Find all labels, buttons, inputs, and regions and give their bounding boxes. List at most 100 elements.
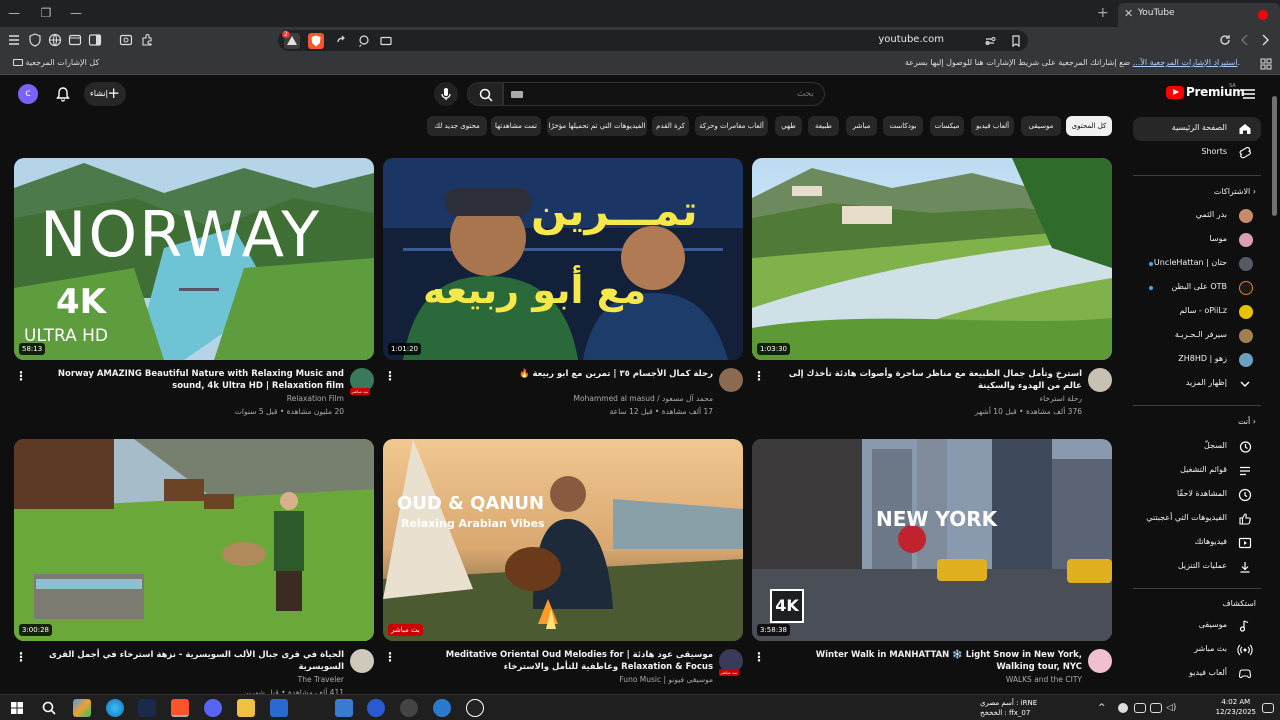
channel-name[interactable]: The Traveler bbox=[44, 675, 344, 684]
video-title[interactable]: Winter Walk in MANHATTAN ❄️ Light Snow i… bbox=[782, 649, 1082, 673]
channel-name[interactable]: Relaxation Film bbox=[44, 394, 344, 403]
guide-menu-icon[interactable] bbox=[1241, 86, 1257, 102]
chip[interactable]: تمت مشاهدتها bbox=[491, 116, 541, 136]
channel-name[interactable]: WALKS and the CITY bbox=[782, 675, 1082, 684]
sidebar-item-history[interactable]: السجلّ bbox=[1133, 435, 1261, 459]
video-card[interactable]: NORWAY 4K ULTRA HD 58:13 بث مباشر Norway… bbox=[14, 158, 374, 428]
create-button[interactable]: إنشاء + bbox=[84, 82, 126, 106]
video-title[interactable]: رحلة كمال الأجسام ٣٥ | تمرين مع ابو ربيع… bbox=[413, 368, 713, 380]
chip[interactable]: ميكسات bbox=[930, 116, 964, 136]
sidebar-item-home[interactable]: الصفحة الرئيسية bbox=[1133, 117, 1261, 141]
edge-app-icon[interactable] bbox=[106, 699, 124, 717]
search-button[interactable] bbox=[467, 82, 503, 106]
taskbar-clock[interactable]: 4:02 AM 12/23/2025 bbox=[1216, 697, 1256, 717]
more-actions-icon[interactable]: ⋮ bbox=[753, 370, 765, 382]
import-bookmarks-link[interactable]: استيراد الإشارات المرجعية الآ... bbox=[1133, 58, 1238, 67]
chip[interactable]: محتوى جديد لك bbox=[427, 116, 487, 136]
discord-app-icon[interactable] bbox=[204, 699, 222, 717]
video-card[interactable]: 3:00:28 الحياة في قرى جبال الألب السويسر… bbox=[14, 439, 374, 709]
show-more-button[interactable]: إظهار المزيد bbox=[1133, 372, 1261, 396]
sidebar-section-you[interactable]: أنت › bbox=[1238, 417, 1256, 426]
screenshot-icon[interactable] bbox=[118, 32, 134, 48]
channel-avatar[interactable] bbox=[1088, 649, 1112, 673]
new-tab-button[interactable]: + bbox=[1097, 5, 1111, 21]
chip[interactable]: بودكاست bbox=[883, 116, 923, 136]
sidebar-item-your-videos[interactable]: فيديوهاتك bbox=[1133, 531, 1261, 555]
video-thumbnail[interactable]: NEW YORK 4K 3:58:38 bbox=[752, 439, 1112, 641]
display-icon[interactable] bbox=[1150, 703, 1162, 713]
windows-start-icon[interactable] bbox=[8, 699, 26, 717]
video-thumbnail[interactable]: 1:03:30 bbox=[752, 158, 1112, 360]
channel-name[interactable]: محمد آل مسعود / Mohammed al masud bbox=[413, 394, 713, 403]
chip[interactable]: طبيعة bbox=[808, 116, 839, 136]
all-bookmarks-folder[interactable]: كل الإشارات المرجعية bbox=[10, 58, 99, 67]
sidebar-item-watch-later[interactable]: المشاهدة لاحقًا bbox=[1133, 483, 1261, 507]
forward-icon[interactable] bbox=[1257, 32, 1273, 48]
app-icon[interactable] bbox=[335, 699, 353, 717]
wallet-icon[interactable] bbox=[27, 32, 43, 48]
more-actions-icon[interactable]: ⋮ bbox=[753, 651, 765, 663]
microsoft-store-icon[interactable] bbox=[270, 699, 288, 717]
minimize-window-icon[interactable]: — bbox=[6, 5, 22, 21]
channel-avatar[interactable] bbox=[350, 649, 374, 673]
network-icon[interactable] bbox=[1134, 703, 1146, 713]
channel-name[interactable]: موسيقى فيونو | Funo Music bbox=[413, 675, 713, 684]
channel-avatar[interactable] bbox=[1088, 368, 1112, 392]
steam-app-icon[interactable] bbox=[138, 699, 156, 717]
extensions-icon[interactable] bbox=[139, 32, 155, 48]
video-title[interactable]: موسيقى عود هادئة | Meditative Oriental O… bbox=[413, 649, 713, 673]
sidebar-item-liked[interactable]: الفيديوهات التي أعجبتني bbox=[1133, 507, 1261, 531]
copilot-app-icon[interactable] bbox=[73, 699, 91, 717]
taskbar-search-icon[interactable] bbox=[40, 699, 58, 717]
brave-rewards-icon[interactable]: 2 bbox=[282, 31, 300, 49]
video-card[interactable]: تمـــرين مع أبو ربيعه 1:01:20 رحلة كمال … bbox=[383, 158, 743, 428]
url-text[interactable]: youtube.com bbox=[878, 34, 944, 45]
page-scrollbar[interactable] bbox=[1270, 86, 1278, 686]
tabs-icon[interactable] bbox=[67, 32, 83, 48]
brave-shields-icon[interactable] bbox=[308, 33, 324, 49]
video-title[interactable]: Norway AMAZING Beautiful Nature with Rel… bbox=[44, 368, 344, 392]
sidebar-item-gaming[interactable]: ألعاب فيديو bbox=[1133, 662, 1261, 686]
share-icon[interactable] bbox=[333, 33, 349, 49]
chip-all[interactable]: كل المحتوى bbox=[1066, 116, 1112, 136]
voice-search-button[interactable] bbox=[434, 82, 458, 106]
channel-avatar[interactable]: بث مباشر bbox=[718, 649, 743, 676]
keyboard-icon[interactable] bbox=[511, 91, 523, 98]
chip[interactable]: مباشر bbox=[846, 116, 877, 136]
back-icon[interactable] bbox=[1237, 32, 1253, 48]
chevron-up-icon[interactable]: ^ bbox=[1098, 699, 1110, 717]
tray-notification[interactable]: أسم مصري : iRNE الخخخخ : ffx_07 bbox=[980, 698, 1037, 718]
sidebar-item-shorts[interactable]: Shorts bbox=[1133, 141, 1261, 165]
reload-icon[interactable] bbox=[1217, 32, 1233, 48]
brave-app-icon[interactable] bbox=[171, 699, 189, 717]
app-icon[interactable] bbox=[400, 699, 418, 717]
bookmarks-apps-icon[interactable] bbox=[1258, 56, 1274, 72]
close-window-icon[interactable]: — bbox=[68, 5, 84, 21]
bookmark-icon[interactable] bbox=[1008, 33, 1024, 49]
subscription-item[interactable]: UncleHattan | حتان bbox=[1133, 252, 1261, 276]
scrollbar-thumb[interactable] bbox=[1272, 96, 1277, 216]
channel-avatar[interactable]: بث مباشر bbox=[349, 368, 374, 395]
zoom-icon[interactable] bbox=[356, 33, 372, 49]
video-card[interactable]: NEW YORK 4K 3:58:38 Winter Walk in MANHA… bbox=[752, 439, 1112, 709]
video-thumbnail[interactable]: 3:00:28 bbox=[14, 439, 374, 641]
channel-avatar[interactable] bbox=[719, 368, 743, 392]
more-actions-icon[interactable]: ⋮ bbox=[15, 370, 27, 382]
restore-window-icon[interactable]: ❐ bbox=[38, 5, 54, 21]
more-actions-icon[interactable]: ⋮ bbox=[15, 651, 27, 663]
file-explorer-icon[interactable] bbox=[237, 699, 255, 717]
app-icon[interactable] bbox=[367, 699, 385, 717]
sidebar-item-music[interactable]: موسيقى bbox=[1133, 614, 1261, 638]
more-actions-icon[interactable]: ⋮ bbox=[384, 651, 396, 663]
tab-youtube[interactable]: ✕ YouTube bbox=[1118, 3, 1280, 27]
sidebar-item-playlists[interactable]: قوائم التشغيل bbox=[1133, 459, 1261, 483]
microphone-icon[interactable] bbox=[1118, 703, 1128, 713]
chip[interactable]: ألعاب مغامرات وحركة bbox=[695, 116, 768, 136]
video-title[interactable]: الحياة في قرى جبال الألب السويسرية - نزه… bbox=[44, 649, 344, 673]
cast-icon[interactable] bbox=[378, 33, 394, 49]
subscription-item[interactable]: موسا bbox=[1133, 228, 1261, 252]
account-avatar[interactable]: c bbox=[18, 84, 38, 104]
menu-icon[interactable] bbox=[6, 32, 22, 48]
address-bar[interactable]: 2 youtube.com bbox=[278, 30, 1028, 51]
chip[interactable]: طهي bbox=[775, 116, 802, 136]
